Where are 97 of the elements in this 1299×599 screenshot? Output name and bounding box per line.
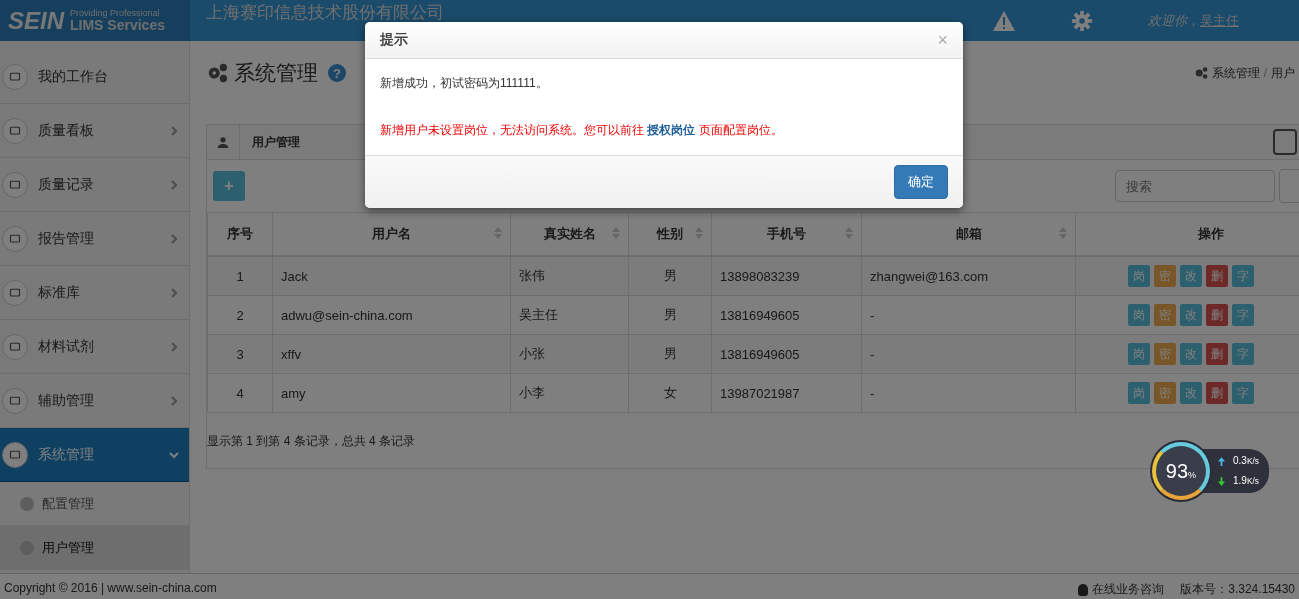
logo-tagline: Providing Professional	[70, 9, 161, 18]
action-button[interactable]: 岗	[1128, 304, 1150, 326]
table-cell: xffv	[272, 334, 511, 374]
gears-icon	[206, 62, 228, 84]
column-header[interactable]: 序号	[207, 212, 273, 256]
authorize-link[interactable]: 授权岗位	[647, 123, 696, 137]
table-cell: 吴主任	[510, 295, 629, 335]
action-button[interactable]: 改	[1180, 304, 1202, 326]
page-title: 系统管理	[234, 60, 318, 86]
logo-product: LIMS Services	[70, 18, 165, 32]
company-title: 上海赛印信息技术股份有限公司	[206, 2, 445, 24]
logo-wordmark: SEIN	[8, 6, 64, 35]
action-button[interactable]: 岗	[1128, 382, 1150, 404]
action-button[interactable]: 删	[1206, 343, 1228, 365]
sidebar-item[interactable]: 系统管理	[0, 428, 189, 482]
toolbar-button[interactable]	[1279, 169, 1299, 203]
action-button[interactable]: 删	[1206, 382, 1228, 404]
action-button[interactable]: 岗	[1128, 343, 1150, 365]
consult-link[interactable]: 在线业务咨询	[1092, 581, 1165, 598]
table-cell: 男	[628, 295, 712, 335]
table-cell: 男	[628, 334, 712, 374]
action-button[interactable]: 删	[1206, 304, 1228, 326]
sidebar-item[interactable]: 报告管理	[0, 212, 189, 266]
table-cell: 小李	[510, 373, 629, 413]
breadcrumb-separator: /	[1263, 66, 1267, 80]
sidebar-item[interactable]: 我的工作台	[0, 50, 189, 104]
upload-arrow-icon	[1218, 456, 1225, 466]
sidebar-item[interactable]: 质量记录	[0, 158, 189, 212]
action-button[interactable]: 密	[1154, 265, 1176, 287]
table-cell: Jack	[272, 256, 511, 296]
user-link[interactable]: 吴主任	[1200, 11, 1239, 30]
add-button[interactable]: +	[213, 171, 245, 201]
column-header[interactable]: 真实姓名	[510, 212, 629, 256]
action-button[interactable]: 密	[1154, 382, 1176, 404]
table-cell: 1	[207, 256, 273, 296]
warning-icon[interactable]	[992, 9, 1016, 32]
warning-message: 新增用户未设置岗位，无法访问系统。您可以前往 授权岗位 页面配置岗位。	[380, 122, 784, 139]
welcome-text: 欢迎你，	[1148, 11, 1200, 30]
confirm-button[interactable]: 确定	[894, 165, 948, 199]
column-header[interactable]: 邮箱	[861, 212, 1076, 256]
gears-icon	[1193, 66, 1208, 80]
tool-button[interactable]	[1273, 129, 1297, 155]
network-widget[interactable]: 93% 0.3K/s 1.9K/s	[1152, 442, 1269, 500]
dialog-title: 提示	[380, 31, 409, 49]
column-header[interactable]: 性别	[628, 212, 712, 256]
table-cell: -	[861, 373, 1076, 413]
table-cell: 13816949605	[711, 295, 862, 335]
table-cell: 13816949605	[711, 334, 862, 374]
table-cell: 3	[207, 334, 273, 374]
panel-title: 用户管理	[252, 133, 300, 151]
breadcrumb-link[interactable]: 系统管理	[1211, 64, 1260, 82]
column-header[interactable]: 手机号	[711, 212, 862, 256]
sidebar-item[interactable]: 标准库	[0, 266, 189, 320]
action-button[interactable]: 字	[1232, 304, 1254, 326]
table-cell: 4	[207, 373, 273, 413]
table-cell: 男	[628, 256, 712, 296]
table-cell: 女	[628, 373, 712, 413]
action-button[interactable]: 字	[1232, 343, 1254, 365]
version-text: 版本号：3.324.15430	[1180, 581, 1295, 598]
usage-gauge: 93%	[1152, 442, 1210, 500]
action-button[interactable]: 改	[1180, 382, 1202, 404]
sidebar-item[interactable]: 质量看板	[0, 104, 189, 158]
table-cell: amy	[272, 373, 511, 413]
table-cell: 13898083239	[711, 256, 862, 296]
action-button[interactable]: 密	[1154, 343, 1176, 365]
table-cell: -	[861, 295, 1076, 335]
table-cell: 2	[207, 295, 273, 335]
action-button[interactable]: 字	[1232, 382, 1254, 404]
table-cell: zhangwei@163.com	[861, 256, 1076, 296]
copyright-text: Copyright © 2016 | www.sein-china.com	[4, 581, 217, 595]
action-button[interactable]: 岗	[1128, 265, 1150, 287]
settings-icon[interactable]	[1070, 9, 1094, 32]
table-cell: -	[861, 334, 1076, 374]
search-field[interactable]: 搜索	[1115, 170, 1275, 202]
breadcrumb-link[interactable]: 用户	[1271, 64, 1295, 82]
download-speed: 1.9K/s	[1233, 474, 1259, 488]
column-header[interactable]: 用户名	[272, 212, 511, 256]
action-button[interactable]: 改	[1180, 265, 1202, 287]
sidebar-item[interactable]: 材料试剂	[0, 320, 189, 374]
column-header[interactable]: 操作	[1075, 212, 1299, 256]
table-cell: 13987021987	[711, 373, 862, 413]
download-arrow-icon	[1218, 476, 1225, 486]
menu-icon	[2, 441, 28, 468]
bullet-icon	[20, 496, 34, 511]
upload-speed: 0.3K/s	[1233, 454, 1259, 468]
action-button[interactable]: 密	[1154, 304, 1176, 326]
action-button[interactable]: 删	[1206, 265, 1228, 287]
action-button[interactable]: 改	[1180, 343, 1202, 365]
table-cell: 小张	[510, 334, 629, 374]
sidebar-subitem[interactable]: 用户管理	[0, 526, 189, 570]
help-icon[interactable]: ?	[328, 64, 346, 82]
dialog-message: 新增成功，初试密码为111111。	[380, 75, 549, 92]
table-cell: 张伟	[510, 256, 629, 296]
action-button[interactable]: 字	[1232, 265, 1254, 287]
table-cell: adwu@sein-china.com	[272, 295, 511, 335]
record-summary: 显示第 1 到第 4 条记录，总共 4 条记录	[207, 433, 416, 450]
close-button[interactable]: ×	[937, 29, 948, 51]
